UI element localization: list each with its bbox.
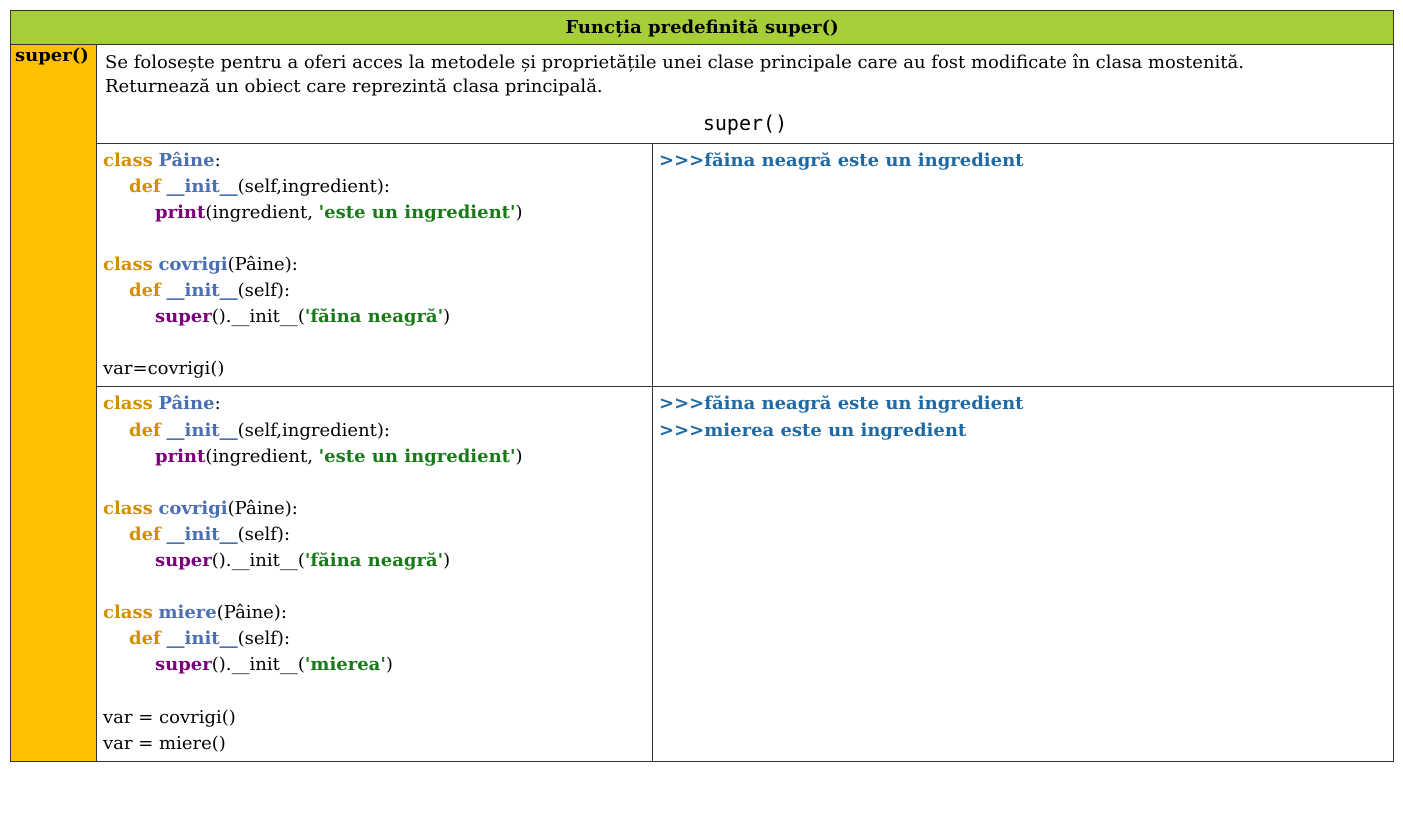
description-cell: Se folosește pentru a oferi acces la met… xyxy=(97,45,1394,144)
example-2-output: >>>făina neagră este un ingredient >>>mi… xyxy=(653,387,1394,761)
syntax-line: super() xyxy=(105,100,1385,139)
example-1-row: class Pâine: def __init__(self,ingredien… xyxy=(11,143,1394,387)
class-name: Pâine xyxy=(158,150,214,171)
builtin-super: super xyxy=(155,306,212,327)
description-line-2: Returnează un obiect care reprezintă cla… xyxy=(105,76,603,97)
statement: var=covrigi() xyxy=(103,358,224,379)
method-name: __init__ xyxy=(167,176,238,197)
function-label: super() xyxy=(11,45,97,762)
header-row: Funcția predefinită super() xyxy=(11,11,1394,45)
example-2-code: class Pâine: def __init__(self,ingredien… xyxy=(97,387,653,761)
prompt: >>> xyxy=(659,150,704,171)
example-1-code: class Pâine: def __init__(self,ingredien… xyxy=(97,143,653,387)
example-2-row: class Pâine: def __init__(self,ingredien… xyxy=(11,387,1394,761)
example-1-output: >>>făina neagră este un ingredient xyxy=(653,143,1394,387)
builtin-print: print xyxy=(155,202,205,223)
class-name: covrigi xyxy=(158,254,227,275)
reference-table: Funcția predefinită super() super() Se f… xyxy=(10,10,1394,762)
class-name: miere xyxy=(158,602,216,623)
string-literal: 'este un ingredient' xyxy=(319,202,516,223)
header-title: Funcția predefinită super() xyxy=(11,11,1394,45)
output-text: făina neagră este un ingredient xyxy=(704,150,1023,171)
keyword-def: def xyxy=(129,176,161,197)
keyword-class: class xyxy=(103,150,153,171)
description-line-1: Se folosește pentru a oferi acces la met… xyxy=(105,52,1244,73)
description-row: super() Se folosește pentru a oferi acce… xyxy=(11,45,1394,144)
